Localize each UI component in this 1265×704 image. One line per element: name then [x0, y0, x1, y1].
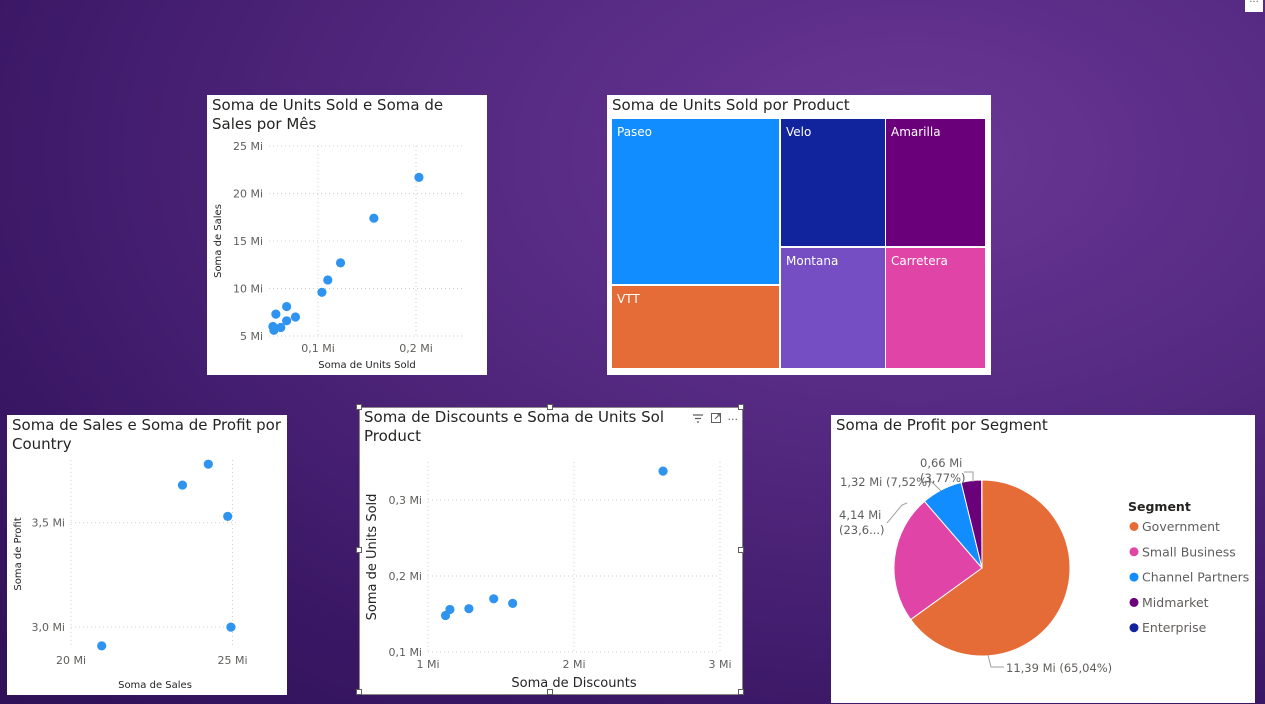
data-point	[317, 287, 327, 297]
x-axis-title: Soma de Discounts	[511, 676, 636, 691]
legend-title: Segment	[1128, 499, 1191, 514]
report-more-button[interactable]: ···	[1245, 0, 1263, 12]
leader-line	[886, 502, 908, 524]
legend-marker	[1129, 522, 1139, 531]
pie-data-label: 0,66 Mi	[920, 456, 962, 470]
data-point	[440, 610, 451, 621]
data-point	[464, 604, 474, 614]
y-tick-label: 3,0 Mi	[31, 621, 65, 634]
data-point	[269, 325, 279, 335]
x-tick-label: 3 Mi	[708, 658, 731, 671]
resize-handle-w[interactable]	[356, 547, 362, 553]
treemap-tile-label: Carretera	[891, 254, 948, 268]
data-point	[177, 480, 188, 490]
legend-item-label: Enterprise	[1142, 620, 1207, 635]
y-tick-label: 5 Mi	[240, 330, 263, 343]
y-axis-title: Soma de Sales	[213, 204, 224, 278]
resize-handle-s[interactable]	[547, 689, 553, 695]
data-point	[489, 594, 499, 604]
y-tick-label: 0,2 Mi	[388, 570, 422, 583]
scatter-sales-profit-country[interactable]: Soma de Sales e Soma de Profit por Count…	[7, 415, 287, 695]
resize-handle-se[interactable]	[738, 689, 744, 695]
resize-handle-ne[interactable]	[738, 404, 744, 410]
y-tick-label: 3,5 Mi	[31, 517, 65, 530]
legend-marker	[1129, 547, 1139, 557]
y-tick-label: 0,3 Mi	[388, 494, 422, 507]
treemap-tile-label: Velo	[786, 125, 811, 139]
data-point	[658, 466, 668, 476]
y-tick-label: 15 Mi	[233, 235, 263, 248]
legend-item-label: Channel Partners	[1142, 570, 1249, 585]
scatter-plot-area[interactable]: 5 Mi10 Mi15 Mi20 Mi25 Mi0,1 Mi 0,2 MiSoma…	[207, 95, 487, 375]
x-tick-label: 1 Mi	[416, 658, 439, 671]
pie-data-label: 4,14 Mi	[839, 508, 881, 522]
data-point	[335, 258, 346, 268]
scatter-plot-area[interactable]: 0,1 Mi0,2 Mi0,3 Mi1 Mi 2 Mi 3 MiSoma de Di…	[360, 408, 742, 694]
treemap-tile-label: Amarilla	[891, 125, 941, 139]
treemap-tile-label: Paseo	[617, 125, 652, 139]
x-tick-label: 25 Mi	[218, 654, 248, 667]
y-tick-label: 10 Mi	[233, 283, 263, 296]
treemap-tile	[612, 119, 779, 284]
y-tick-label: 20 Mi	[233, 188, 263, 201]
data-point	[369, 213, 379, 223]
pie-data-label: 1,32 Mi (7,52%)	[840, 475, 932, 489]
treemap-area[interactable]: Paseo VTT Velo Amarilla Montana Carretera	[607, 95, 991, 375]
x-axis-title: Soma de Units Sold	[318, 360, 416, 371]
treemap-tile-label: Montana	[786, 254, 838, 268]
data-point	[323, 275, 333, 285]
pie-area[interactable]: 11,39 Mi (65,04%) 4,14 Mi(23,6...) 1,32 Mi…	[831, 415, 1255, 703]
data-point	[282, 301, 292, 312]
data-point	[223, 511, 233, 521]
resize-handle-sw[interactable]	[356, 689, 362, 695]
legend-marker	[1129, 597, 1139, 607]
x-tick-label: 2 Mi	[562, 658, 585, 671]
treemap-units-by-product[interactable]: Soma de Units Sold por Product Paseo VTT V…	[607, 95, 991, 375]
legend-marker	[1129, 623, 1139, 633]
data-point	[508, 598, 518, 608]
scatter-units-sales-month[interactable]: Soma de Units Sold e Soma de Sales por M…	[207, 95, 487, 375]
x-tick-label: 0,2 Mi	[399, 342, 433, 355]
data-point	[226, 622, 236, 632]
data-point	[290, 312, 301, 322]
data-point	[271, 309, 281, 319]
leader-line	[987, 654, 1004, 668]
scatter-discounts-units-product[interactable]: Soma de Discounts e Soma de Units Sol Pr…	[360, 408, 742, 694]
resize-handle-n[interactable]	[547, 404, 553, 410]
x-tick-label: 20 Mi	[56, 654, 86, 667]
treemap-tile-label: VTT	[617, 292, 640, 306]
y-axis-title: Soma de Profit	[13, 517, 24, 590]
pie-data-label: (23,6...)	[839, 523, 885, 537]
resize-handle-e[interactable]	[738, 547, 744, 553]
data-point	[97, 641, 107, 651]
resize-handle-nw[interactable]	[356, 404, 362, 410]
y-tick-label: 25 Mi	[233, 140, 263, 153]
pie-data-label: 11,39 Mi (65,04%)	[1006, 661, 1112, 675]
pie-profit-by-segment[interactable]: Soma de Profit por Segment 11,39 Mi (65,…	[831, 415, 1255, 703]
legend-marker	[1129, 572, 1139, 582]
legend-item-label: Small Business	[1142, 544, 1236, 559]
pie-data-label: (3,77%)	[920, 471, 966, 485]
legend-item-label: Government	[1142, 519, 1220, 534]
scatter-plot-area[interactable]: 3,0 Mi3,5 Mi20 Mi 25 MiSoma de SalesSoma …	[7, 415, 287, 695]
legend-item-label: Midmarket	[1142, 595, 1209, 610]
data-point	[203, 459, 213, 469]
x-tick-label: 0,1 Mi	[301, 342, 335, 355]
data-point	[414, 172, 424, 182]
y-axis-title: Soma de Units Sold	[365, 494, 380, 621]
x-axis-title: Soma de Sales	[118, 680, 192, 691]
